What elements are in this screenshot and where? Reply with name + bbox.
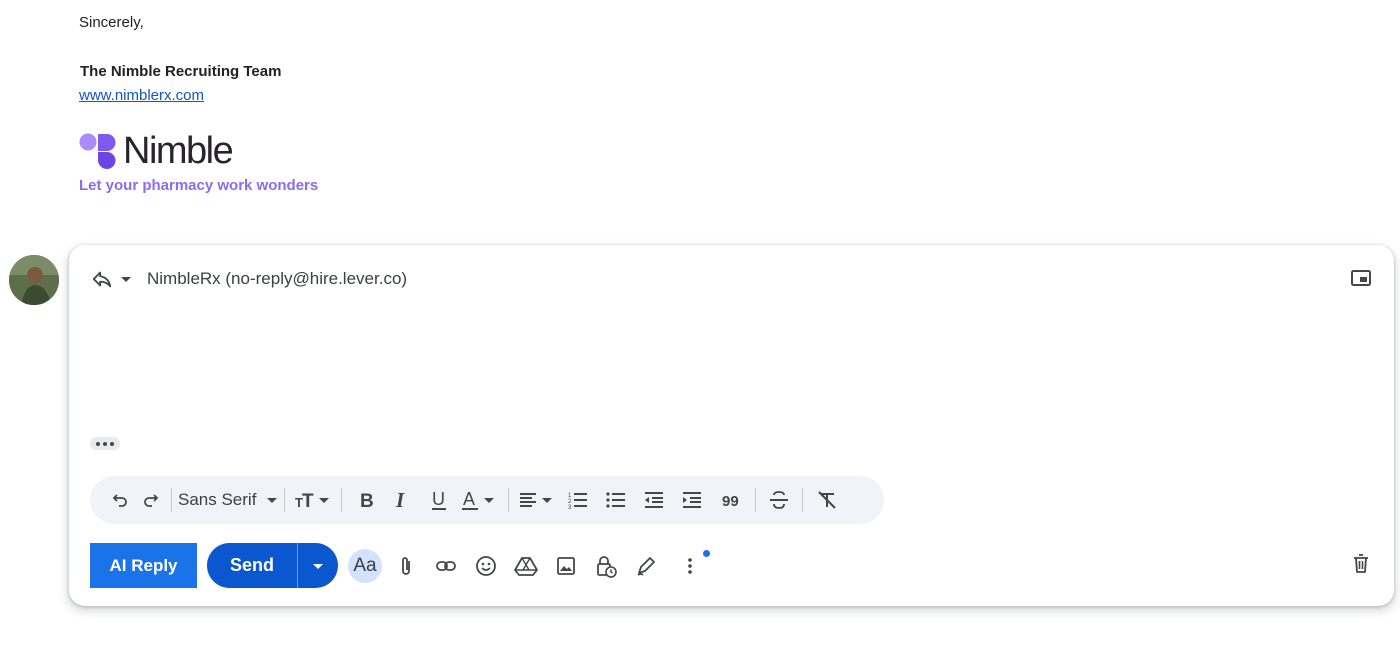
italic-icon[interactable]: I bbox=[384, 484, 420, 516]
toolbar-divider bbox=[171, 488, 172, 512]
notification-dot bbox=[703, 550, 710, 557]
signature-team-name: The Nimble Recruiting Team bbox=[80, 63, 282, 80]
drive-icon[interactable] bbox=[506, 547, 546, 585]
toolbar-divider bbox=[284, 488, 286, 512]
pop-out-icon[interactable] bbox=[1350, 268, 1372, 288]
emoji-icon[interactable] bbox=[466, 547, 506, 585]
recipient-text[interactable]: NimbleRx (no-reply@hire.lever.co) bbox=[147, 269, 407, 289]
bulleted-list-icon[interactable] bbox=[597, 484, 635, 516]
nimble-wordmark: Nimble bbox=[123, 130, 234, 172]
text-color-icon[interactable]: A bbox=[458, 484, 502, 516]
remove-formatting-icon[interactable] bbox=[809, 484, 845, 516]
font-select[interactable]: Sans Serif bbox=[178, 484, 278, 516]
closing-text: Sincerely, bbox=[79, 14, 144, 31]
link-icon[interactable] bbox=[426, 547, 466, 585]
trash-icon[interactable] bbox=[1351, 553, 1371, 575]
send-options-button[interactable] bbox=[297, 543, 338, 588]
formatting-options-button[interactable]: Aa bbox=[348, 549, 382, 583]
redo-icon[interactable] bbox=[135, 484, 165, 516]
reply-header: NimbleRx (no-reply@hire.lever.co) bbox=[91, 265, 407, 293]
svg-text:A: A bbox=[463, 489, 475, 509]
formatting-toolbar: Sans Serif TT B I U A 123 99 bbox=[90, 476, 884, 524]
nimble-logo: Nimble bbox=[79, 130, 234, 172]
chevron-down-icon bbox=[313, 563, 323, 569]
svg-text:99: 99 bbox=[722, 493, 739, 510]
send-button-group: Send bbox=[207, 543, 338, 588]
signature-icon[interactable] bbox=[626, 547, 666, 585]
confidential-mode-icon[interactable] bbox=[586, 547, 626, 585]
photo-icon[interactable] bbox=[546, 547, 586, 585]
send-button[interactable]: Send bbox=[207, 543, 297, 588]
indent-more-icon[interactable] bbox=[673, 484, 711, 516]
reply-compose-card: NimbleRx (no-reply@hire.lever.co) Sans S… bbox=[69, 245, 1394, 606]
dot bbox=[96, 441, 100, 446]
svg-text:B: B bbox=[360, 491, 374, 510]
avatar bbox=[9, 255, 59, 305]
chevron-down-icon bbox=[267, 498, 278, 503]
svg-text:3: 3 bbox=[568, 505, 572, 510]
show-trimmed-content-button[interactable] bbox=[90, 437, 120, 450]
website-link[interactable]: www.nimblerx.com bbox=[79, 87, 204, 104]
indent-less-icon[interactable] bbox=[635, 484, 673, 516]
dot bbox=[110, 441, 114, 446]
font-name-label: Sans Serif bbox=[178, 490, 257, 509]
signature-tagline: Let your pharmacy work wonders bbox=[79, 177, 319, 194]
quote-icon[interactable]: 99 bbox=[711, 484, 749, 516]
align-icon[interactable] bbox=[515, 484, 559, 516]
text-size-icon[interactable]: TT bbox=[291, 484, 335, 516]
attach-icon[interactable] bbox=[386, 547, 426, 585]
numbered-list-icon[interactable]: 123 bbox=[559, 484, 597, 516]
bold-icon[interactable]: B bbox=[348, 484, 384, 516]
compose-actions: Aa bbox=[348, 547, 714, 585]
underline-icon[interactable]: U bbox=[420, 484, 458, 516]
avatar-photo bbox=[9, 255, 59, 305]
strikethrough-icon[interactable] bbox=[762, 484, 796, 516]
dot bbox=[103, 441, 107, 446]
reply-icon[interactable] bbox=[91, 268, 113, 290]
svg-text:U: U bbox=[432, 489, 445, 509]
svg-text:T: T bbox=[302, 491, 314, 510]
toolbar-divider bbox=[755, 488, 757, 512]
ai-reply-button[interactable]: AI Reply bbox=[90, 543, 197, 588]
toolbar-divider bbox=[508, 488, 510, 512]
chevron-down-icon[interactable] bbox=[119, 272, 133, 286]
toolbar-divider bbox=[341, 488, 343, 512]
nimble-logo-mark-icon bbox=[79, 133, 116, 169]
svg-text:I: I bbox=[395, 490, 405, 510]
undo-icon[interactable] bbox=[107, 484, 135, 516]
toolbar-divider bbox=[802, 488, 804, 512]
